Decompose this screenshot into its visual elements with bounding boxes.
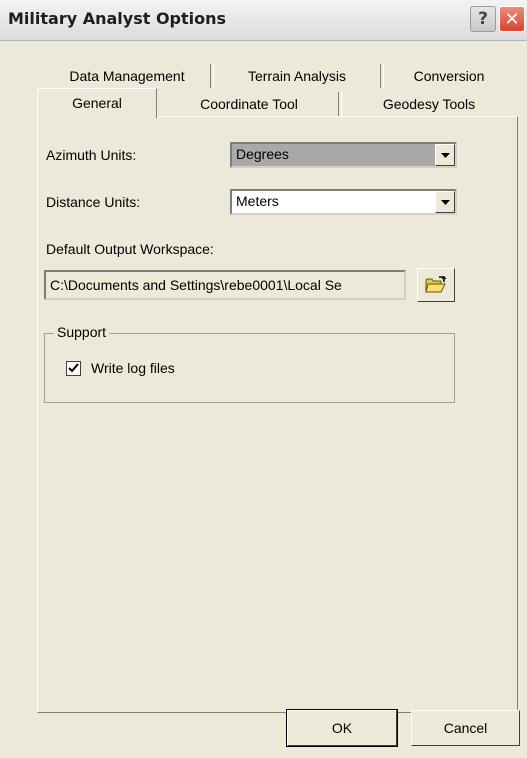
cancel-button[interactable]: Cancel [411,710,520,746]
workspace-field[interactable]: C:\Documents and Settings\rebe0001\Local… [44,270,406,300]
close-icon: ✕ [504,8,520,30]
workspace-label: Default Output Workspace: [46,241,214,257]
write-log-checkbox[interactable] [66,361,81,376]
distance-units-value: Meters [236,193,279,209]
close-button[interactable]: ✕ [499,6,525,32]
help-icon: ? [478,9,488,29]
title-bar: Military Analyst Options ? ✕ [0,0,527,41]
tab-conversion[interactable]: Conversion [384,64,514,88]
chevron-down-icon[interactable] [435,144,455,166]
window-title: Military Analyst Options [8,9,227,28]
checkmark-icon [68,363,79,373]
chevron-down-icon[interactable] [435,191,455,213]
tab-terrain-analysis[interactable]: Terrain Analysis [214,64,380,88]
support-group-title: Support [54,324,110,340]
workspace-value: C:\Documents and Settings\rebe0001\Local… [50,277,342,293]
browse-folder-button[interactable] [417,268,455,302]
azimuth-units-dropdown[interactable]: Degrees [230,142,457,168]
tab-coordinate-tool[interactable]: Coordinate Tool [160,92,338,116]
distance-units-label: Distance Units: [46,194,141,210]
distance-units-dropdown[interactable]: Meters [230,189,457,215]
tab-geodesy-tools[interactable]: Geodesy Tools [342,92,516,116]
open-folder-icon [425,276,447,293]
azimuth-units-value: Degrees [236,146,289,162]
write-log-label[interactable]: Write log files [91,360,175,376]
ok-button[interactable]: OK [286,709,398,747]
help-button[interactable]: ? [470,6,496,32]
azimuth-units-label: Azimuth Units: [46,147,137,163]
tab-general[interactable]: General [37,88,157,118]
tab-data-management[interactable]: Data Management [44,64,210,88]
